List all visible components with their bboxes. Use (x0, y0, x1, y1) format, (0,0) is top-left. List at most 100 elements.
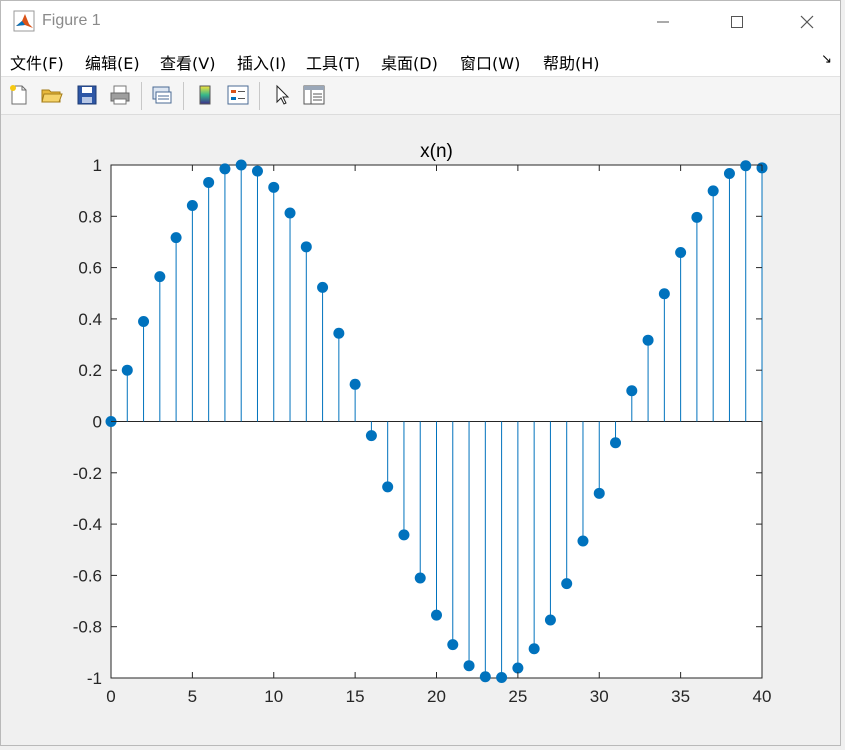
x-tick-label: 5 (188, 687, 197, 706)
stem-marker[interactable] (658, 288, 670, 300)
stem-marker[interactable] (186, 200, 198, 212)
x-tick-label: 30 (590, 687, 609, 706)
stem-marker[interactable] (284, 207, 296, 219)
y-tick-label: 1 (93, 156, 102, 175)
stem-marker[interactable] (463, 660, 475, 672)
stem-marker[interactable] (251, 165, 263, 177)
toolbar-separator (141, 82, 142, 110)
stem-marker[interactable] (707, 185, 719, 197)
x-tick-label: 20 (427, 687, 446, 706)
stem-marker[interactable] (317, 281, 329, 293)
link-figure-icon (152, 86, 172, 104)
open-folder-icon (41, 89, 63, 103)
stem-marker[interactable] (577, 535, 589, 547)
stem-marker[interactable] (170, 232, 182, 244)
minimize-icon (657, 21, 669, 23)
stem-marker[interactable] (479, 671, 491, 683)
menu-tools[interactable]: 工具(T) (306, 50, 360, 74)
figure-canvas[interactable]: 0 5 10 15 20 25 30 35 40 1 0.8 0.6 0.4 0.2 0 -0.2 -0.4 -… (1, 115, 840, 745)
colorbar-icon (199, 85, 211, 105)
menu-view[interactable]: 查看(V) (160, 50, 215, 74)
stem-marker[interactable] (593, 487, 605, 499)
y-tick-label: 0 (93, 413, 102, 432)
new-figure-icon (10, 85, 27, 105)
property-inspector-icon (303, 85, 325, 105)
figure-toolbar (1, 77, 840, 115)
toolbar-separator (183, 82, 184, 110)
open-button[interactable] (39, 82, 65, 108)
colorbar-button[interactable] (192, 82, 218, 108)
stem-marker[interactable] (365, 430, 377, 442)
new-figure-button[interactable] (6, 82, 32, 108)
y-tick-label: -0.6 (73, 566, 102, 585)
stem-marker[interactable] (414, 572, 426, 584)
stem-plot[interactable]: 0 5 10 15 20 25 30 35 40 1 0.8 0.6 0.4 0.2 0 -0.2 -0.4 -… (1, 115, 840, 745)
stem-marker[interactable] (691, 211, 703, 223)
stem-marker[interactable] (398, 529, 410, 541)
stem-marker[interactable] (203, 176, 215, 188)
dock-arrow-icon[interactable]: ↘ (821, 51, 832, 67)
print-icon (110, 85, 130, 105)
stem-marker[interactable] (544, 614, 556, 626)
y-tick-label: -1 (87, 669, 102, 688)
stem-marker[interactable] (431, 609, 442, 621)
stem-marker[interactable] (561, 578, 573, 590)
save-icon (77, 85, 97, 105)
window-title: Figure 1 (42, 12, 101, 29)
stem-marker[interactable] (333, 327, 345, 339)
y-tick-label: -0.8 (73, 618, 102, 637)
y-tick-label: -0.2 (73, 464, 102, 483)
y-tick-label: 0.6 (78, 259, 102, 278)
toolbar-separator (259, 82, 260, 110)
title-bar[interactable]: Figure 1 (1, 1, 840, 43)
stem-marker[interactable] (138, 315, 150, 327)
x-tick-label: 15 (346, 687, 365, 706)
stem-marker[interactable] (349, 378, 361, 390)
chart-title: x(n) (420, 141, 453, 162)
y-tick-label: -0.4 (73, 515, 102, 534)
stem-marker[interactable] (447, 639, 459, 651)
maximize-button[interactable] (707, 1, 767, 43)
stem-marker[interactable] (496, 671, 508, 683)
x-tick-label: 40 (753, 687, 772, 706)
menu-help[interactable]: 帮助(H) (543, 50, 600, 74)
y-tick-label: 0.2 (78, 361, 102, 380)
matlab-logo-icon (13, 10, 35, 32)
stem-marker[interactable] (121, 364, 133, 376)
menu-insert[interactable]: 插入(I) (237, 50, 286, 74)
stem-marker[interactable] (268, 181, 280, 193)
stem-marker[interactable] (235, 159, 247, 171)
x-tick-label: 10 (264, 687, 283, 706)
stem-marker[interactable] (675, 246, 687, 258)
stem-marker[interactable] (626, 385, 638, 397)
menu-desktop[interactable]: 桌面(D) (381, 50, 438, 74)
stem-marker[interactable] (154, 271, 166, 283)
stem-marker[interactable] (382, 481, 394, 493)
stem-marker[interactable] (219, 163, 231, 175)
stem-marker[interactable] (512, 662, 524, 674)
maximize-icon (731, 16, 743, 28)
y-tick-label: 0.8 (78, 207, 102, 226)
menu-edit[interactable]: 编辑(E) (85, 50, 140, 74)
minimize-button[interactable] (633, 1, 693, 43)
close-button[interactable] (777, 1, 837, 43)
stem-marker[interactable] (642, 334, 654, 346)
menu-window[interactable]: 窗口(W) (460, 50, 520, 74)
edit-plot-button[interactable] (269, 82, 295, 108)
link-figure-button[interactable] (149, 82, 175, 108)
stem-marker[interactable] (610, 437, 622, 449)
figure-window: Figure 1 文件(F) 编辑(E) 查看(V) 插入(I) 工具(T) 桌… (0, 0, 841, 746)
pointer-icon (276, 84, 290, 105)
x-tick-label: 25 (508, 687, 527, 706)
menu-file[interactable]: 文件(F) (10, 50, 64, 74)
stem-marker[interactable] (723, 167, 735, 179)
stem-marker[interactable] (528, 643, 540, 655)
stem-marker[interactable] (300, 241, 312, 253)
stem-marker[interactable] (740, 160, 752, 172)
property-inspector-button[interactable] (301, 82, 327, 108)
x-tick-label: 35 (671, 687, 690, 706)
legend-icon (227, 85, 249, 105)
legend-button[interactable] (225, 82, 251, 108)
save-button[interactable] (74, 82, 100, 108)
print-button[interactable] (107, 82, 133, 108)
